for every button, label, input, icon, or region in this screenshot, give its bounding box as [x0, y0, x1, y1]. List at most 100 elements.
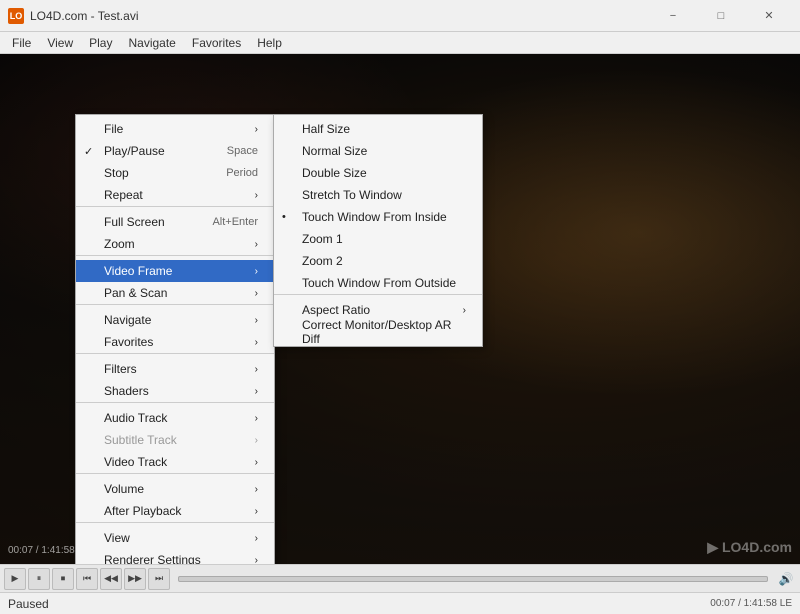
- menu-stop-item[interactable]: Stop Period: [76, 162, 274, 184]
- navigate-arrow-icon: ›: [255, 315, 258, 326]
- context-menu-main: File › ✓ Play/Pause Space Stop Period Re…: [75, 114, 275, 564]
- menu-repeat-item[interactable]: Repeat ›: [76, 184, 274, 206]
- menu-favorites-item[interactable]: Favorites ›: [76, 331, 274, 353]
- menu-audiotrack-label: Audio Track: [104, 411, 167, 425]
- menu-zoom-label: Zoom: [104, 237, 135, 251]
- subtitletrack-arrow-icon: ›: [255, 435, 258, 446]
- sub-zoom1[interactable]: Zoom 1: [274, 228, 482, 250]
- menu-play[interactable]: Play: [81, 32, 120, 53]
- afterplayback-arrow-icon: ›: [255, 506, 258, 517]
- menu-videotrack-item[interactable]: Video Track ›: [76, 451, 274, 473]
- stop-shortcut: Period: [226, 167, 258, 179]
- volume-button[interactable]: 🔊: [776, 569, 796, 589]
- volume-arrow-icon: ›: [255, 484, 258, 495]
- status-right: 00:07 / 1:41:58 LE: [710, 598, 792, 609]
- window-title: LO4D.com - Test.avi: [30, 9, 138, 23]
- panscan-arrow-icon: ›: [255, 288, 258, 299]
- menu-shaders-item[interactable]: Shaders ›: [76, 380, 274, 402]
- title-bar: LO LO4D.com - Test.avi − □ ✕: [0, 0, 800, 32]
- menu-panscan-label: Pan & Scan: [104, 286, 167, 300]
- sub-zoom1-label: Zoom 1: [302, 232, 343, 246]
- menu-fullscreen-label: Full Screen: [104, 215, 165, 229]
- menu-renderer-item[interactable]: Renderer Settings ›: [76, 549, 274, 564]
- sub-halfsize-label: Half Size: [302, 122, 350, 136]
- controls-bar: ▶ ⏸ ⏹ ⏮ ◀◀ ▶▶ ⏭ 🔊: [0, 564, 800, 592]
- menu-afterplayback-label: After Playback: [104, 504, 181, 518]
- next-button[interactable]: ⏭: [148, 568, 170, 590]
- menu-view[interactable]: View: [39, 32, 81, 53]
- menu-filters-item[interactable]: Filters ›: [76, 358, 274, 380]
- prev-button[interactable]: ⏮: [76, 568, 98, 590]
- menu-bar: File View Play Navigate Favorites Help: [0, 32, 800, 54]
- seek-bar[interactable]: [178, 576, 768, 582]
- menu-favorites[interactable]: Favorites: [184, 32, 249, 53]
- logo-watermark: ▶ LO4D.com: [707, 539, 792, 556]
- menu-fullscreen-item[interactable]: Full Screen Alt+Enter: [76, 211, 274, 233]
- app-icon: LO: [8, 8, 24, 24]
- audiotrack-arrow-icon: ›: [255, 413, 258, 424]
- minimize-button[interactable]: −: [650, 0, 696, 32]
- sub-touchwindowinside[interactable]: • Touch Window From Inside: [274, 206, 482, 228]
- status-text: Paused: [8, 597, 49, 611]
- forward-button[interactable]: ▶▶: [124, 568, 146, 590]
- pause-button[interactable]: ⏸: [28, 568, 50, 590]
- filters-arrow-icon: ›: [255, 364, 258, 375]
- sub-normalsize[interactable]: Normal Size: [274, 140, 482, 162]
- shaders-arrow-icon: ›: [255, 386, 258, 397]
- renderer-arrow-icon: ›: [255, 555, 258, 565]
- view-arrow-icon: ›: [255, 533, 258, 544]
- menu-playpause-item[interactable]: ✓ Play/Pause Space: [76, 140, 274, 162]
- menu-panscan-item[interactable]: Pan & Scan ›: [76, 282, 274, 304]
- title-bar-controls: − □ ✕: [650, 0, 792, 32]
- sub-zoom2[interactable]: Zoom 2: [274, 250, 482, 272]
- title-bar-left: LO LO4D.com - Test.avi: [8, 8, 138, 24]
- menu-volume-item[interactable]: Volume ›: [76, 478, 274, 500]
- menu-playpause-label: Play/Pause: [104, 144, 165, 158]
- check-icon: ✓: [84, 145, 93, 158]
- sub-touchwindowinside-label: Touch Window From Inside: [302, 210, 447, 224]
- rewind-button[interactable]: ◀◀: [100, 568, 122, 590]
- sub-touchwindowoutside[interactable]: Touch Window From Outside: [274, 272, 482, 294]
- menu-stop-label: Stop: [104, 166, 129, 180]
- menu-repeat-label: Repeat: [104, 188, 143, 202]
- videoframe-arrow-icon: ›: [255, 266, 258, 277]
- menu-afterplayback-item[interactable]: After Playback ›: [76, 500, 274, 522]
- maximize-button[interactable]: □: [698, 0, 744, 32]
- sub-correctmonitor[interactable]: Correct Monitor/Desktop AR Diff: [274, 321, 482, 343]
- menu-navigate-label: Navigate: [104, 313, 151, 327]
- fullscreen-shortcut: Alt+Enter: [212, 216, 258, 228]
- menu-file-label: File: [104, 122, 123, 136]
- menu-videoframe-label: Video Frame: [104, 264, 172, 278]
- menu-navigate[interactable]: Navigate: [120, 32, 183, 53]
- menu-view-item[interactable]: View ›: [76, 527, 274, 549]
- check-icon: •: [282, 211, 286, 223]
- close-button[interactable]: ✕: [746, 0, 792, 32]
- menu-view-label: View: [104, 531, 130, 545]
- sub-normalsize-label: Normal Size: [302, 144, 367, 158]
- aspectratio-arrow-icon: ›: [463, 305, 466, 316]
- arrow-icon: ›: [255, 124, 258, 135]
- favorites-arrow-icon: ›: [255, 337, 258, 348]
- menu-audiotrack-item[interactable]: Audio Track ›: [76, 407, 274, 429]
- menu-navigate-item[interactable]: Navigate ›: [76, 309, 274, 331]
- menu-help[interactable]: Help: [249, 32, 290, 53]
- videotrack-arrow-icon: ›: [255, 457, 258, 468]
- repeat-arrow-icon: ›: [255, 190, 258, 201]
- sub-correctmonitor-label: Correct Monitor/Desktop AR Diff: [302, 318, 466, 346]
- menu-zoom-item[interactable]: Zoom ›: [76, 233, 274, 255]
- zoom-arrow-icon: ›: [255, 239, 258, 250]
- stop-button[interactable]: ⏹: [52, 568, 74, 590]
- menu-renderer-label: Renderer Settings: [104, 553, 201, 564]
- menu-videotrack-label: Video Track: [104, 455, 167, 469]
- menu-subtitletrack-label: Subtitle Track: [104, 433, 177, 447]
- play-button[interactable]: ▶: [4, 568, 26, 590]
- menu-file-item[interactable]: File ›: [76, 118, 274, 140]
- sub-doublesize[interactable]: Double Size: [274, 162, 482, 184]
- sub-zoom2-label: Zoom 2: [302, 254, 343, 268]
- menu-videoframe-item[interactable]: Video Frame ›: [76, 260, 274, 282]
- menu-shaders-label: Shaders: [104, 384, 149, 398]
- sub-halfsize[interactable]: Half Size: [274, 118, 482, 140]
- menu-file[interactable]: File: [4, 32, 39, 53]
- sub-stretchtowindow[interactable]: Stretch To Window: [274, 184, 482, 206]
- sub-stretchtowindow-label: Stretch To Window: [302, 188, 402, 202]
